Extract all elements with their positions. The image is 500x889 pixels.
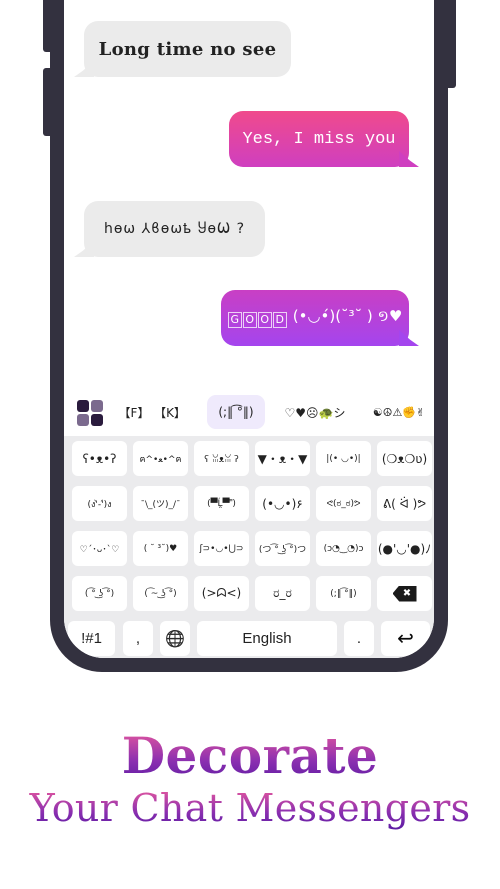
message-incoming: Long time no see bbox=[74, 21, 291, 77]
kaomoji-key[interactable]: ฅ^•ﻌ•^ฅ bbox=[133, 441, 188, 476]
comma-key[interactable]: , bbox=[123, 621, 153, 656]
kaomoji-key[interactable]: (❍ᴥ❍ʋ) bbox=[377, 441, 432, 476]
enter-key[interactable]: ↩ bbox=[381, 621, 430, 656]
kaomoji-key[interactable]: ʕ ꈍᴥꈍ ʔ bbox=[194, 441, 249, 476]
kaomoji-key[interactable]: ʃ⊃•◡•⋃⊃ bbox=[194, 531, 249, 566]
symbols-key[interactable]: !#1 bbox=[68, 621, 115, 656]
boxed-letters: GOOD bbox=[227, 309, 288, 328]
enter-icon: ↩ bbox=[397, 628, 414, 650]
boxed-letter: G bbox=[227, 311, 242, 328]
message-outgoing: GOOD (•◡•́)(˘³˘ ) ១♥ bbox=[221, 290, 419, 346]
category-tab-signs[interactable]: ☯☮⚠✊✌ bbox=[366, 399, 432, 425]
kaomoji-key[interactable]: ¯\_(ツ)_/¯ bbox=[133, 486, 188, 521]
bubble-tail bbox=[74, 61, 94, 77]
bubble-tail bbox=[399, 151, 419, 167]
subheadline: Your Chat Messengers bbox=[0, 786, 500, 830]
message-text: Yes, I miss you bbox=[242, 129, 396, 149]
kaomoji-key[interactable]: (つ ͡° ͜ʖ ͡°)つ bbox=[255, 531, 310, 566]
message-text: Long time no see bbox=[98, 38, 277, 60]
boxed-letter: O bbox=[242, 311, 257, 328]
message-text: (•◡•́)(˘³˘ ) ១♥ bbox=[292, 307, 403, 325]
kaomoji-key[interactable]: ᕕ( ᐛ )ᕗ bbox=[377, 486, 432, 521]
space-key[interactable]: English bbox=[197, 621, 337, 656]
bubble-tail bbox=[399, 330, 419, 346]
kaomoji-key[interactable]: ರ_ರ bbox=[255, 576, 310, 611]
keyboard-category-bar: 【F】 【K】 (;‖ ͡°‖) ♡♥☹🐢シ ☯☮⚠✊✌ bbox=[64, 386, 434, 436]
kaomoji-key[interactable]: (●'◡'●)ﾉ bbox=[377, 531, 432, 566]
message-incoming: hѳѡ ⅄ϐѳѡҍ ႸѳѠ ? bbox=[74, 201, 265, 257]
category-tab-fancy-f[interactable]: 【F】 bbox=[116, 399, 152, 425]
kaomoji-key[interactable]: (;‖ ͡°‖) bbox=[316, 576, 371, 611]
kaomoji-key[interactable]: ( ˘ ³˘)♥ bbox=[133, 531, 188, 566]
globe-key[interactable]: 🌐 bbox=[160, 621, 190, 656]
kaomoji-key[interactable]: (>ᗣ<) bbox=[194, 576, 249, 611]
kaomoji-key[interactable]: (ɔ◔‿◔)ɔ bbox=[316, 531, 371, 566]
message-text: hѳѡ ⅄ϐѳѡҍ ႸѳѠ ? bbox=[103, 221, 246, 237]
kaomoji-key[interactable]: ( ͡~ ͜ʖ ͡°) bbox=[133, 576, 188, 611]
category-tab-symbols[interactable]: ♡♥☹🐢シ bbox=[278, 399, 352, 425]
bubble-tail bbox=[74, 241, 94, 257]
keyboard-body: ʕ•ᴥ•ʔ ฅ^•ﻌ•^ฅ ʕ ꈍᴥꈍ ʔ ▼・ᴥ・▼ |(• ◡•)| (❍ᴥ❍ʋ) (ง… bbox=[64, 436, 434, 658]
message-outgoing: Yes, I miss you bbox=[229, 111, 419, 167]
kaomoji-key[interactable]: ♡´･ᴗ･`♡ bbox=[72, 531, 127, 566]
globe-icon: 🌐 bbox=[165, 630, 185, 648]
boxed-letter: D bbox=[272, 311, 287, 328]
kaomoji-key[interactable]: ( ͡° ͜ʖ ͡°) bbox=[72, 576, 127, 611]
backspace-icon: ✖ bbox=[392, 585, 417, 602]
backspace-key[interactable]: ✖ bbox=[377, 576, 432, 611]
kaomoji-key[interactable]: ᕙ(ಠ_ಠ)ᕗ bbox=[316, 486, 371, 521]
kaomoji-key[interactable]: ʕ•ᴥ•ʔ bbox=[72, 441, 127, 476]
kaomoji-key[interactable]: |(• ◡•)| bbox=[316, 441, 371, 476]
kaomoji-key[interactable]: (•◡•)۶ bbox=[255, 486, 310, 521]
kaomoji-key[interactable]: (▀̿Ĺ̯▀̿ ̿) bbox=[194, 486, 249, 521]
apps-grid-icon[interactable] bbox=[77, 400, 103, 426]
kaomoji-key[interactable]: ▼・ᴥ・▼ bbox=[255, 441, 310, 476]
headline: Decorate bbox=[0, 726, 500, 785]
category-tab-kaomoji[interactable]: (;‖ ͡°‖) bbox=[207, 395, 265, 429]
category-tab-fancy-k[interactable]: 【K】 bbox=[152, 399, 188, 425]
phone-screen: Long time no see Yes, I miss you hѳѡ ⅄ϐѳ… bbox=[64, 0, 434, 658]
kaomoji-key[interactable]: (ง'̀-'́)ง bbox=[72, 486, 127, 521]
period-key[interactable]: . bbox=[344, 621, 374, 656]
boxed-letter: O bbox=[257, 311, 272, 328]
